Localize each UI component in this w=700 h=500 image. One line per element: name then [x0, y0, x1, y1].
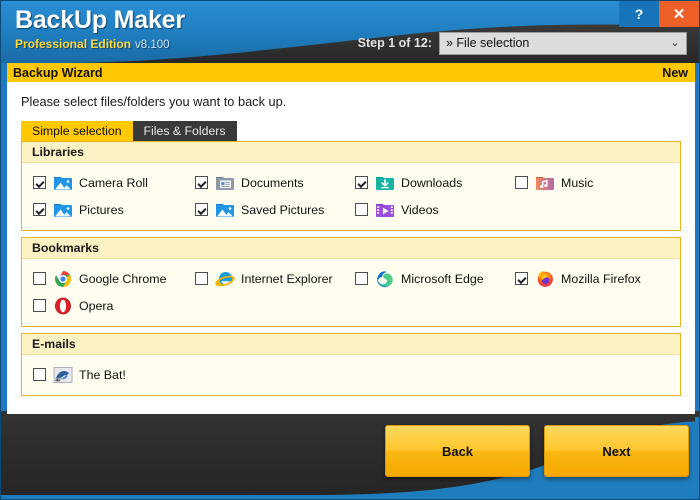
option-pictures[interactable]: Pictures	[22, 196, 124, 223]
folder-pictures-icon	[53, 201, 73, 219]
option-label: Downloads	[401, 175, 463, 190]
back-button[interactable]: Back	[385, 425, 530, 477]
help-button[interactable]: ?	[619, 1, 659, 27]
checkbox-saved-pictures[interactable]	[195, 203, 208, 216]
option-music[interactable]: Music	[504, 169, 593, 196]
step-label: Step 1 of 12:	[357, 36, 432, 50]
option-videos[interactable]: Videos	[344, 196, 439, 223]
close-button[interactable]: ✕	[659, 1, 699, 27]
checkbox-mozilla-firefox[interactable]	[515, 272, 528, 285]
section-libraries: Libraries Camera Roll Documents Download…	[21, 141, 681, 231]
section-body-libraries: Camera Roll Documents Downloads Music Pi…	[22, 163, 680, 230]
section-bookmarks: Bookmarks Google Chrome Internet Explore…	[21, 237, 681, 327]
folder-videos-icon	[375, 201, 395, 219]
checkbox-google-chrome[interactable]	[33, 272, 46, 285]
content-panel: Please select files/folders you want to …	[7, 82, 695, 414]
checkbox-downloads[interactable]	[355, 176, 368, 189]
option-downloads[interactable]: Downloads	[344, 169, 462, 196]
the-bat-icon: THE BAT!	[53, 366, 73, 384]
option-row: Opera	[22, 292, 680, 319]
option-microsoft-edge[interactable]: Microsoft Edge	[344, 265, 484, 292]
section-title-bookmarks: Bookmarks	[22, 238, 680, 259]
checkbox-pictures[interactable]	[33, 203, 46, 216]
chevron-down-icon: ⌄	[670, 36, 680, 49]
folder-pictures-icon	[53, 174, 73, 192]
step-dropdown[interactable]: » File selection ⌄	[439, 31, 687, 55]
opera-icon	[53, 297, 73, 315]
option-label: Documents	[241, 175, 304, 190]
section-body-emails: THE BAT! The Bat!	[22, 355, 680, 395]
chrome-icon	[53, 270, 73, 288]
option-opera[interactable]: Opera	[22, 292, 113, 319]
option-label: Mozilla Firefox	[561, 271, 641, 286]
wizard-title: Backup Wizard	[13, 65, 103, 80]
tab-files-folders[interactable]: Files & Folders	[132, 121, 237, 141]
option-mozilla-firefox[interactable]: Mozilla Firefox	[504, 265, 641, 292]
checkbox-music[interactable]	[515, 176, 528, 189]
option-google-chrome[interactable]: Google Chrome	[22, 265, 166, 292]
option-label: Internet Explorer	[241, 271, 333, 286]
option-label: Google Chrome	[79, 271, 167, 286]
section-title-emails: E-mails	[22, 334, 680, 355]
folder-documents-icon	[215, 174, 235, 192]
option-label: Camera Roll	[79, 175, 148, 190]
option-camera-roll[interactable]: Camera Roll	[22, 169, 148, 196]
checkbox-videos[interactable]	[355, 203, 368, 216]
option-row: THE BAT! The Bat!	[22, 361, 680, 388]
option-documents[interactable]: Documents	[184, 169, 304, 196]
section-title-libraries: Libraries	[22, 142, 680, 163]
option-label: Pictures	[79, 202, 124, 217]
option-internet-explorer[interactable]: Internet Explorer	[184, 265, 333, 292]
brand-block: BackUp Maker Professional Edition v8.100	[15, 5, 185, 53]
checkbox-camera-roll[interactable]	[33, 176, 46, 189]
section-body-bookmarks: Google Chrome Internet Explorer Microsof…	[22, 259, 680, 326]
instruction-text: Please select files/folders you want to …	[21, 94, 287, 109]
option-label: Opera	[79, 298, 114, 313]
option-row: Google Chrome Internet Explorer Microsof…	[22, 265, 680, 292]
checkbox-opera[interactable]	[33, 299, 46, 312]
checkbox-internet-explorer[interactable]	[195, 272, 208, 285]
option-label: Saved Pictures	[241, 202, 325, 217]
option-row: Camera Roll Documents Downloads Music	[22, 169, 680, 196]
app-subtitle: Professional Edition v8.100	[15, 36, 185, 53]
next-button[interactable]: Next	[544, 425, 689, 477]
application-window: ? ✕ BackUp Maker Professional Edition v8.…	[0, 0, 700, 500]
status-badge: New	[662, 65, 688, 80]
option-label: Music	[561, 175, 594, 190]
tab-bar: Simple selection Files & Folders	[21, 121, 695, 141]
edge-icon	[375, 270, 395, 288]
option-row: Pictures Saved Pictures Videos	[22, 196, 680, 223]
section-emails: E-mails THE BAT! The Bat!	[21, 333, 681, 396]
wizard-title-bar: Backup Wizard New	[7, 63, 695, 82]
firefox-icon	[535, 270, 555, 288]
checkbox-microsoft-edge[interactable]	[355, 272, 368, 285]
option-label: Microsoft Edge	[401, 271, 484, 286]
app-title: BackUp Maker	[15, 6, 185, 34]
step-selector: Step 1 of 12: » File selection ⌄	[358, 31, 687, 55]
tab-simple-selection[interactable]: Simple selection	[21, 121, 133, 141]
option-the-bat[interactable]: THE BAT! The Bat!	[22, 361, 126, 388]
folder-pictures-icon	[215, 201, 235, 219]
internet-explorer-icon	[215, 270, 235, 288]
folder-music-icon	[535, 174, 555, 192]
folder-downloads-icon	[375, 174, 395, 192]
sections-container: Libraries Camera Roll Documents Download…	[7, 141, 695, 396]
option-label: The Bat!	[79, 367, 126, 382]
app-version: v8.100	[135, 39, 170, 51]
option-label: Videos	[401, 202, 439, 217]
checkbox-documents[interactable]	[195, 176, 208, 189]
window-controls: ? ✕	[619, 1, 699, 27]
app-edition: Professional Edition	[15, 37, 132, 51]
step-dropdown-value: » File selection	[446, 36, 530, 50]
option-saved-pictures[interactable]: Saved Pictures	[184, 196, 324, 223]
checkbox-the-bat[interactable]	[33, 368, 46, 381]
svg-text:THE BAT!: THE BAT!	[53, 378, 63, 381]
